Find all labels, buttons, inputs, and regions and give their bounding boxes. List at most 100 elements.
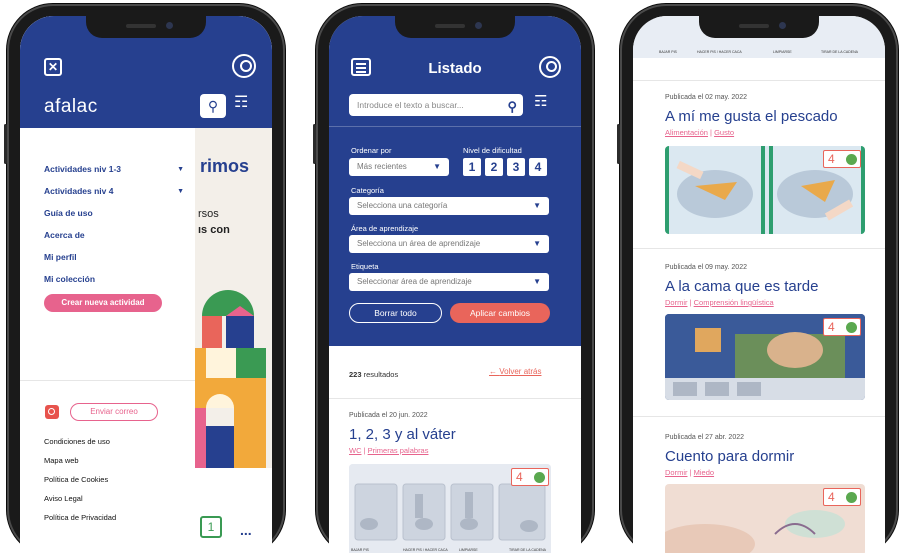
level-1-button[interactable]: 1 — [463, 158, 481, 176]
card-thumbnail[interactable]: 4 — [665, 484, 865, 553]
tag-link[interactable]: WC — [349, 446, 362, 455]
level-2-button[interactable]: 2 — [485, 158, 503, 176]
footer-link-cookies[interactable]: Política de Cookies — [44, 475, 116, 494]
level-3-button[interactable]: 3 — [507, 158, 525, 176]
divider — [329, 126, 581, 127]
tag-link[interactable]: Comprensión lingüística — [694, 298, 774, 307]
level-badge: 4 — [823, 318, 861, 336]
card-title[interactable]: Cuento para dormir — [665, 448, 794, 465]
strip-label: BAJAR PIS — [659, 50, 677, 54]
user-icon[interactable] — [232, 54, 256, 78]
tag-link[interactable]: Dormir — [665, 468, 688, 477]
search-icon[interactable]: ⚲ — [507, 96, 517, 118]
menu-item-acerca[interactable]: Acerca de — [44, 224, 184, 246]
notch — [86, 16, 206, 38]
tag-link[interactable]: Miedo — [694, 468, 714, 477]
area-select[interactable]: Selecciona un área de aprendizaje ▼ — [349, 235, 549, 253]
arrow-left-icon: ← — [489, 367, 500, 376]
card-tags: Alimentación | Gusto — [665, 128, 735, 137]
results-suffix: resultados — [361, 370, 399, 379]
back-link[interactable]: ← Volver atrás — [489, 367, 541, 376]
hero-title: rimos — [200, 156, 250, 176]
card-tags: WC | Primeras palabras — [349, 446, 429, 455]
card-title[interactable]: 1, 2, 3 y al váter — [349, 426, 456, 443]
menu-label: Actividades niv 4 — [44, 186, 114, 196]
strip-label: HACER PIS / HACER CACA — [403, 548, 448, 552]
tag-link[interactable]: Alimentación — [665, 128, 708, 137]
card-title[interactable]: A la cama que es tarde — [665, 278, 818, 295]
results-number: 223 — [349, 370, 362, 379]
phone-listing: Listado Introduce el texto a buscar... ⚲… — [313, 4, 594, 553]
tag-label: Etiqueta — [351, 262, 379, 271]
area-placeholder: Selecciona un área de aprendizaje — [357, 239, 481, 248]
card-tags: Dormir | Miedo — [665, 468, 715, 477]
send-mail-button[interactable]: Enviar correo — [70, 403, 158, 421]
tag-link[interactable]: Dormir — [665, 298, 688, 307]
level-badge: 4 — [823, 488, 861, 506]
order-label: Ordenar por — [351, 146, 392, 155]
blocks-illustration — [192, 290, 266, 468]
order-value: Más recientes — [357, 162, 407, 171]
category-placeholder: Selecciona una categoría — [357, 201, 448, 210]
card-thumbnail[interactable]: 4 — [665, 314, 865, 400]
menu-label: Acerca de — [44, 230, 85, 240]
menu-item-guia[interactable]: Guía de uso — [44, 202, 184, 224]
card-thumbnail[interactable]: 4 — [665, 146, 865, 234]
card-thumbnail[interactable]: BAJAR PIS HACER PIS / HACER CACA LIMPIAR… — [349, 464, 551, 553]
results-screen: BAJAR PIS HACER PIS / HACER CACA LIMPIAR… — [633, 16, 885, 553]
strip-label: HACER PIS / HACER CACA — [697, 50, 742, 54]
pager-more[interactable]: ... — [240, 522, 252, 538]
tag-link[interactable]: Primeras palabras — [368, 446, 429, 455]
search-icon[interactable]: ⚲ — [200, 94, 226, 118]
chevron-down-icon[interactable]: ▼ — [177, 188, 184, 195]
hero-text: rsos ıs con — [198, 206, 230, 238]
difficulty-label: Nivel de dificultad — [463, 146, 522, 155]
separator — [633, 248, 885, 249]
area-label: Área de aprendizaje — [351, 224, 419, 233]
card-published: Publicada el 27 abr. 2022 — [665, 434, 745, 441]
filter-icon[interactable]: ☶ — [234, 92, 248, 112]
listing-screen: Listado Introduce el texto a buscar... ⚲… — [329, 16, 581, 553]
chevron-down-icon: ▼ — [533, 277, 541, 286]
clear-all-button[interactable]: Borrar todo — [349, 303, 442, 323]
apply-button[interactable]: Aplicar cambios — [450, 303, 550, 323]
level-badge: 4 — [823, 150, 861, 168]
tag-link[interactable]: Gusto — [714, 128, 734, 137]
create-activity-button[interactable]: Crear nueva actividad — [44, 294, 162, 312]
results-count: 223 resultados — [349, 370, 398, 379]
menu-item-actividades-4[interactable]: Actividades niv 4 ▼ — [44, 180, 184, 202]
strip-label: LIMPIARSE — [773, 50, 792, 54]
card-published: Publicada el 02 may. 2022 — [665, 94, 747, 101]
app-showcase: ⚲ ☶ rimos rsos ıs con 1 ... ✕ afalac Act… — [0, 0, 904, 553]
close-icon[interactable]: ✕ — [44, 58, 62, 76]
footer-link-aviso[interactable]: Aviso Legal — [44, 494, 116, 513]
user-icon[interactable] — [539, 56, 561, 78]
category-label: Categoría — [351, 186, 384, 195]
menu-label: Guía de uso — [44, 208, 93, 218]
chevron-down-icon: ▼ — [433, 162, 441, 171]
filter-icon[interactable]: ☶ — [534, 92, 547, 110]
footer-link-condiciones[interactable]: Condiciones de uso — [44, 437, 116, 456]
search-input[interactable]: Introduce el texto a buscar... ⚲ — [349, 94, 523, 116]
tag-placeholder: Seleccionar área de aprendizaje — [357, 277, 472, 286]
phone-menu: ⚲ ☶ rimos rsos ıs con 1 ... ✕ afalac Act… — [4, 4, 285, 553]
level-4-button[interactable]: 4 — [529, 158, 547, 176]
notch — [699, 16, 819, 38]
menu-item-perfil[interactable]: Mi perfil — [44, 246, 184, 268]
card-title[interactable]: A mí me gusta el pescado — [665, 108, 838, 125]
card-published: Publicada el 20 jun. 2022 — [349, 412, 428, 419]
footer-link-privacidad[interactable]: Política de Privacidad — [44, 513, 116, 532]
category-select[interactable]: Selecciona una categoría ▼ — [349, 197, 549, 215]
menu-screen: ⚲ ☶ rimos rsos ıs con 1 ... ✕ afalac Act… — [20, 16, 272, 553]
pager-current[interactable]: 1 — [200, 516, 222, 538]
menu-item-coleccion[interactable]: Mi colección — [44, 268, 184, 290]
menu-item-actividades-1-3[interactable]: Actividades niv 1-3 ▼ — [44, 158, 184, 180]
footer-links: Condiciones de uso Mapa web Política de … — [44, 437, 116, 532]
hero-line-2: ıs con — [198, 224, 230, 236]
notch — [395, 16, 515, 38]
instagram-icon[interactable] — [45, 405, 59, 419]
tag-select[interactable]: Seleccionar área de aprendizaje ▼ — [349, 273, 549, 291]
footer-link-mapa[interactable]: Mapa web — [44, 456, 116, 475]
order-select[interactable]: Más recientes ▼ — [349, 158, 449, 176]
chevron-down-icon[interactable]: ▼ — [177, 166, 184, 173]
